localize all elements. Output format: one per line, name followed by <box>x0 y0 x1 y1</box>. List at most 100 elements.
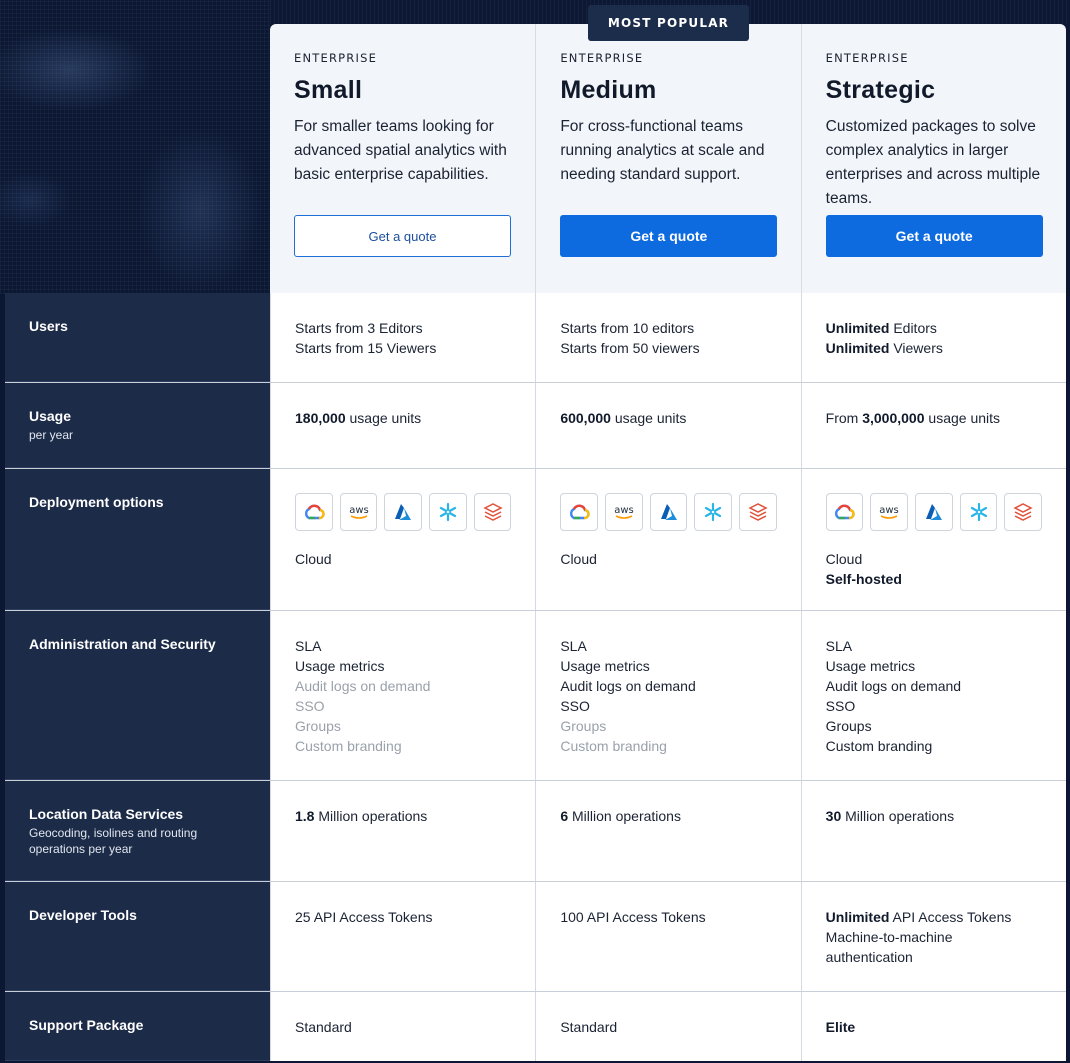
table-row-location-data: Location Data Services Geocoding, isolin… <box>5 780 1066 881</box>
plan-small: ENTERPRISE Small For smaller teams looki… <box>270 24 535 293</box>
snowflake-icon <box>429 493 467 531</box>
azure-icon <box>649 493 688 531</box>
cell-small: 1.8 Million operations <box>270 781 536 881</box>
cell-line: Starts from 50 viewers <box>560 340 700 356</box>
row-title: Deployment options <box>29 494 164 510</box>
get-quote-button-strategic[interactable]: Get a quote <box>825 215 1043 257</box>
cell-line: 25 API Access Tokens <box>295 909 433 925</box>
cell-line: Elite <box>826 1017 1042 1037</box>
row-title: Developer Tools <box>29 907 137 923</box>
row-label: Users <box>5 293 270 382</box>
feature-item: Groups <box>825 718 872 734</box>
comparison-table: Users Starts from 3 Editors Starts from … <box>5 293 1066 1061</box>
databricks-icon <box>739 493 777 531</box>
google-cloud-icon <box>825 493 864 531</box>
cell-medium: 600,000 usage units <box>535 383 801 468</box>
feature-item: SSO <box>560 698 590 714</box>
cell-line: Starts from 3 Editors <box>295 320 423 336</box>
row-label: Location Data Services Geocoding, isolin… <box>5 781 270 881</box>
cell-text: Million operations <box>841 808 955 824</box>
plan-strategic: ENTERPRISE Strategic Customized packages… <box>800 24 1066 293</box>
row-label: Administration and Security <box>5 611 270 780</box>
emphasis: Unlimited <box>825 909 890 925</box>
cell-text: usage units <box>610 410 687 426</box>
table-row-deployment: Deployment options aws Cloud aws Cloud a… <box>5 468 1066 610</box>
svg-text:aws: aws <box>349 505 369 516</box>
cell-small: 180,000 usage units <box>270 383 536 468</box>
emphasis: 180,000 <box>295 410 346 426</box>
cell-line: 100 API Access Tokens <box>560 909 706 925</box>
table-row-developer-tools: Developer Tools 25 API Access Tokens 100… <box>5 881 1066 991</box>
cell-small: 25 API Access Tokens <box>270 882 536 991</box>
cell-strategic: Elite <box>800 992 1066 1061</box>
cell-line: Starts from 10 editors <box>560 320 695 336</box>
cell-medium: SLA Usage metrics Audit logs on demand S… <box>535 611 801 780</box>
deployment-icons: aws <box>560 493 777 531</box>
cell-text: usage units <box>345 410 422 426</box>
plan-headers: ENTERPRISE Small For smaller teams looki… <box>270 24 1066 293</box>
cell-line: Cloud <box>825 551 863 567</box>
cell-text: usage units <box>924 410 1001 426</box>
cell-line: Self-hosted <box>826 569 1042 589</box>
row-label: Deployment options <box>5 469 270 610</box>
cell-line: Unlimited Editors <box>826 318 1042 338</box>
row-label: Developer Tools <box>5 882 270 991</box>
row-subtitle: per year <box>29 428 74 442</box>
table-row-admin: Administration and Security SLA Usage me… <box>5 610 1066 780</box>
cell-text: From <box>825 410 863 426</box>
azure-icon <box>384 493 423 531</box>
row-title: Support Package <box>29 1017 144 1033</box>
plan-eyebrow: ENTERPRISE <box>560 51 644 65</box>
plan-description: For cross-functional teams running analy… <box>560 118 765 183</box>
emphasis: Elite <box>825 1019 856 1035</box>
plan-name: Medium <box>560 76 657 104</box>
feature-item: SLA <box>560 638 587 654</box>
row-title: Users <box>29 318 68 334</box>
emphasis: Unlimited <box>825 340 890 356</box>
databricks-icon <box>1004 493 1043 531</box>
feature-item: Custom branding <box>560 738 667 754</box>
cell-small: aws Cloud <box>270 469 536 610</box>
cell-text: Viewers <box>889 340 943 356</box>
svg-text:aws: aws <box>614 505 634 516</box>
plan-eyebrow: ENTERPRISE <box>825 51 909 65</box>
cell-strategic: SLA Usage metrics Audit logs on demand S… <box>800 611 1066 780</box>
emphasis: 6 <box>560 808 569 824</box>
plan-eyebrow: ENTERPRISE <box>294 51 378 65</box>
row-title: Usage <box>29 408 72 424</box>
feature-item: Usage metrics <box>560 658 650 674</box>
row-title: Location Data Services <box>29 806 184 822</box>
aws-icon: aws <box>339 493 378 531</box>
feature-item: SLA <box>825 638 853 654</box>
feature-item: Usage metrics <box>295 658 385 674</box>
feature-item: SSO <box>295 698 325 714</box>
cell-text: Million operations <box>314 808 428 824</box>
cell-small: Starts from 3 Editors Starts from 15 Vie… <box>270 293 536 382</box>
cell-line: Unlimited Viewers <box>826 338 1042 358</box>
plan-medium: ENTERPRISE Medium For cross-functional t… <box>535 24 800 293</box>
cell-line: Cloud <box>560 551 597 567</box>
row-label: Support Package <box>5 992 270 1061</box>
get-quote-button-medium[interactable]: Get a quote <box>560 215 778 257</box>
plan-description: Customized packages to solve complex ana… <box>825 118 1041 207</box>
emphasis: 3,000,000 <box>862 410 925 426</box>
cell-medium: 100 API Access Tokens <box>535 882 801 991</box>
cell-text: Editors <box>889 320 937 336</box>
cell-line: Machine-to-machine authentication <box>825 929 953 965</box>
snowflake-icon <box>694 493 733 531</box>
feature-item: Audit logs on demand <box>560 678 696 694</box>
row-title: Administration and Security <box>29 636 216 652</box>
feature-item: SSO <box>825 698 856 714</box>
cell-strategic: 30 Million operations <box>800 781 1066 881</box>
background-map <box>0 0 270 294</box>
cell-small: SLA Usage metrics Audit logs on demand S… <box>270 611 536 780</box>
emphasis: 600,000 <box>560 410 611 426</box>
cell-medium: 6 Million operations <box>535 781 801 881</box>
feature-item: Groups <box>560 718 607 734</box>
cell-strategic: aws Cloud Self-hosted <box>800 469 1066 610</box>
feature-item: Audit logs on demand <box>825 678 962 694</box>
cell-text: Million operations <box>568 808 681 824</box>
databricks-icon <box>473 493 512 531</box>
get-quote-button-small[interactable]: Get a quote <box>294 215 511 257</box>
table-row-usage: Usage per year 180,000 usage units 600,0… <box>5 382 1066 468</box>
